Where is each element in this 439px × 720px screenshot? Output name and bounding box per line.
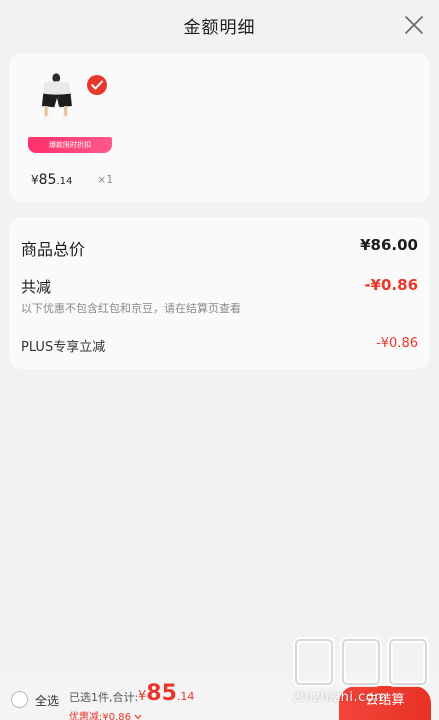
sheet-header: 金额明细 [0,0,439,50]
close-icon [405,16,423,34]
promo-ribbon: 爆款限时折扣 [28,137,112,153]
select-all-radio[interactable] [11,691,28,708]
discount-row: 共减 -¥0.86 [21,276,418,296]
plus-label: PLUS专享立减 [21,340,106,355]
price-symbol: ¥ [31,173,39,187]
chevron-down-icon [134,714,142,720]
product-price: ¥85.14 [31,172,72,188]
check-badge-icon[interactable] [86,74,108,96]
page-title: 金额明细 [183,18,256,38]
close-button[interactable] [403,14,425,36]
product-quantity: ×1 [97,173,114,186]
total-dec: .14 [176,690,195,703]
total-row: 商品总价 ¥86.00 [21,236,418,259]
total-label: 商品总价 [21,240,86,259]
price-dec: .14 [56,176,73,187]
discount-summary-text: 优惠减:¥0.86 [69,712,131,720]
total-value: ¥86.00 [360,236,418,254]
plus-value: -¥0.86 [376,336,418,351]
selected-count-text: 已选1件,合计: [69,691,139,704]
discount-summary-link[interactable]: 优惠减:¥0.86 [69,708,142,720]
total-int: 85 [146,681,177,706]
discount-label: 共减 [21,278,52,296]
watermark-logo [293,637,429,687]
discount-value: -¥0.86 [364,276,418,294]
price-int: 85 [38,172,57,188]
select-all-label[interactable]: 全选 [35,692,59,709]
plus-discount-row: PLUS专享立减 -¥0.86 [21,336,418,355]
discount-note: 以下优惠不包含红包和京豆，请在结算页查看 [21,302,241,315]
bottom-total-price: ¥85.14 [138,681,194,706]
watermark-text: zhizhizhi.com [293,690,388,705]
amount-detail-sheet: 金额明细 爆款限时折扣 ¥85.14 ×1 商品总价 ¥86.00 共减 -¥0 [0,0,439,720]
